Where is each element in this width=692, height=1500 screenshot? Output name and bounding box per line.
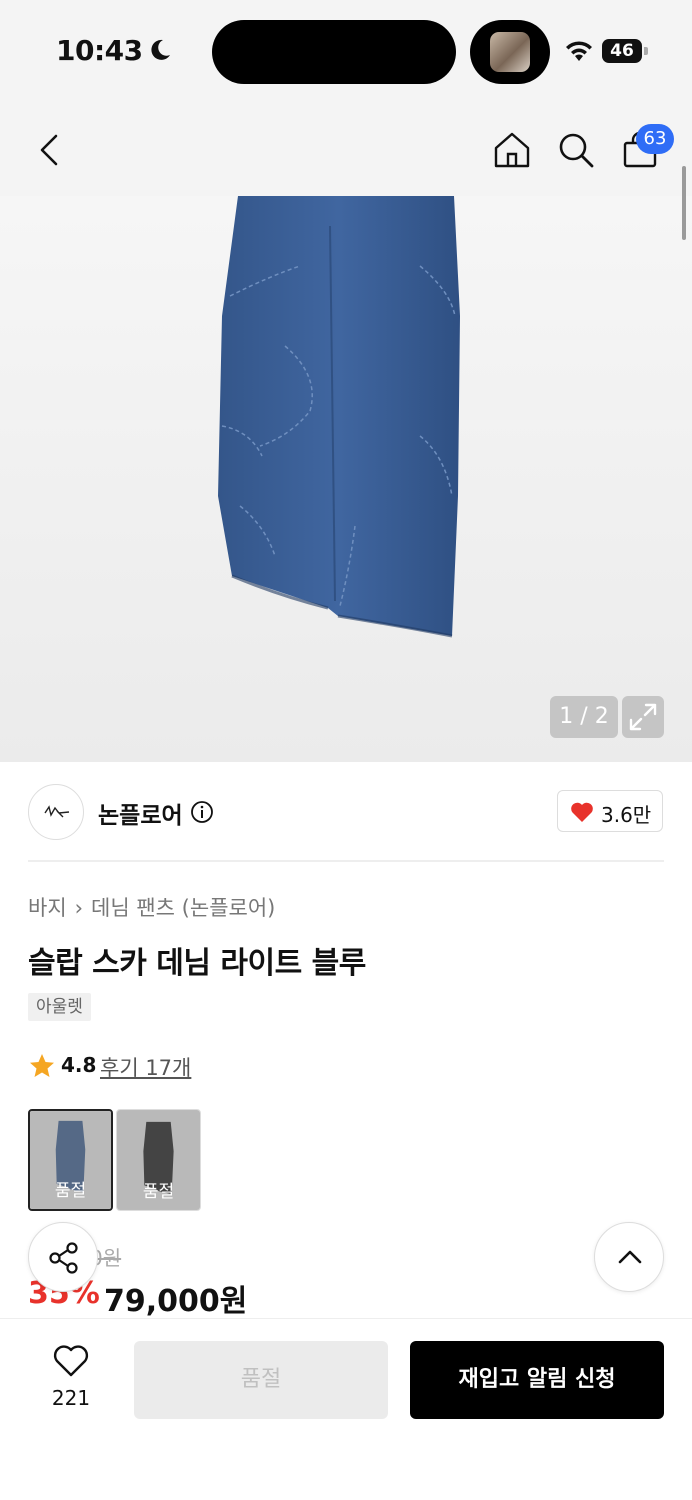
color-option-black[interactable]: 품절 (116, 1109, 201, 1211)
wishlist-button[interactable]: 221 (40, 1344, 102, 1414)
star-icon (30, 1054, 54, 1077)
soldout-label: 품절 (54, 1181, 87, 1201)
expand-button[interactable] (622, 696, 664, 738)
info-icon[interactable] (190, 800, 214, 824)
rating-value: 4.8 (61, 1053, 97, 1077)
product-image (218, 196, 460, 638)
wifi-icon (566, 41, 592, 61)
brand-like-count: 3.6만 (601, 803, 652, 827)
brand-logo-mark (44, 805, 70, 818)
scroll-indicator (682, 166, 686, 240)
live-activity[interactable] (470, 20, 550, 84)
heart-outline-icon (53, 1345, 89, 1377)
divider (28, 860, 664, 862)
battery-tip (644, 47, 648, 55)
search-icon[interactable] (556, 130, 596, 170)
music-artwork (490, 32, 530, 72)
image-counter: 1 / 2 (550, 696, 618, 738)
sale-price: 79,000원 (104, 1284, 248, 1319)
soldout-button: 품절 (134, 1341, 388, 1419)
wishlist-count: 221 (51, 1386, 91, 1410)
soldout-label: 품절 (142, 1182, 175, 1202)
top-nav (0, 100, 692, 196)
breadcrumb-item-category[interactable]: 바지 (28, 896, 67, 920)
brand-logo[interactable] (28, 784, 84, 840)
outlet-tag: 아울렛 (28, 993, 91, 1021)
scroll-top-button[interactable] (594, 1222, 664, 1292)
brand-like-button[interactable]: 3.6만 (557, 790, 663, 832)
status-time: 10:43 (56, 34, 143, 67)
back-chevron-icon[interactable] (30, 130, 70, 170)
dynamic-island (212, 20, 456, 84)
chevron-right-icon: › (74, 896, 84, 920)
restock-alert-button[interactable]: 재입고 알림 신청 (410, 1341, 664, 1419)
cart-count-badge: 63 (636, 124, 674, 154)
reviews-link[interactable]: 후기 17개 (100, 1052, 191, 1082)
heart-filled-icon (571, 802, 593, 822)
battery-level: 46 (602, 39, 642, 63)
moon-icon (151, 39, 170, 60)
status-bar: 10:43 46 (0, 0, 692, 100)
breadcrumb: 바지 › 데님 팬츠 (논플로어) (28, 892, 275, 922)
expand-icon (629, 703, 657, 731)
product-image-gallery[interactable] (0, 196, 692, 762)
breadcrumb-item-subcategory[interactable]: 데님 팬츠 (논플로어) (91, 896, 275, 920)
product-title: 슬랍 스카 데님 라이트 블루 (28, 946, 366, 981)
chevron-up-icon (618, 1250, 642, 1264)
brand-name[interactable]: 논플로어 (98, 796, 183, 830)
color-option-blue[interactable]: 품절 (28, 1109, 113, 1211)
share-icon (49, 1242, 78, 1274)
home-icon[interactable] (492, 130, 532, 170)
share-button[interactable] (28, 1222, 98, 1292)
